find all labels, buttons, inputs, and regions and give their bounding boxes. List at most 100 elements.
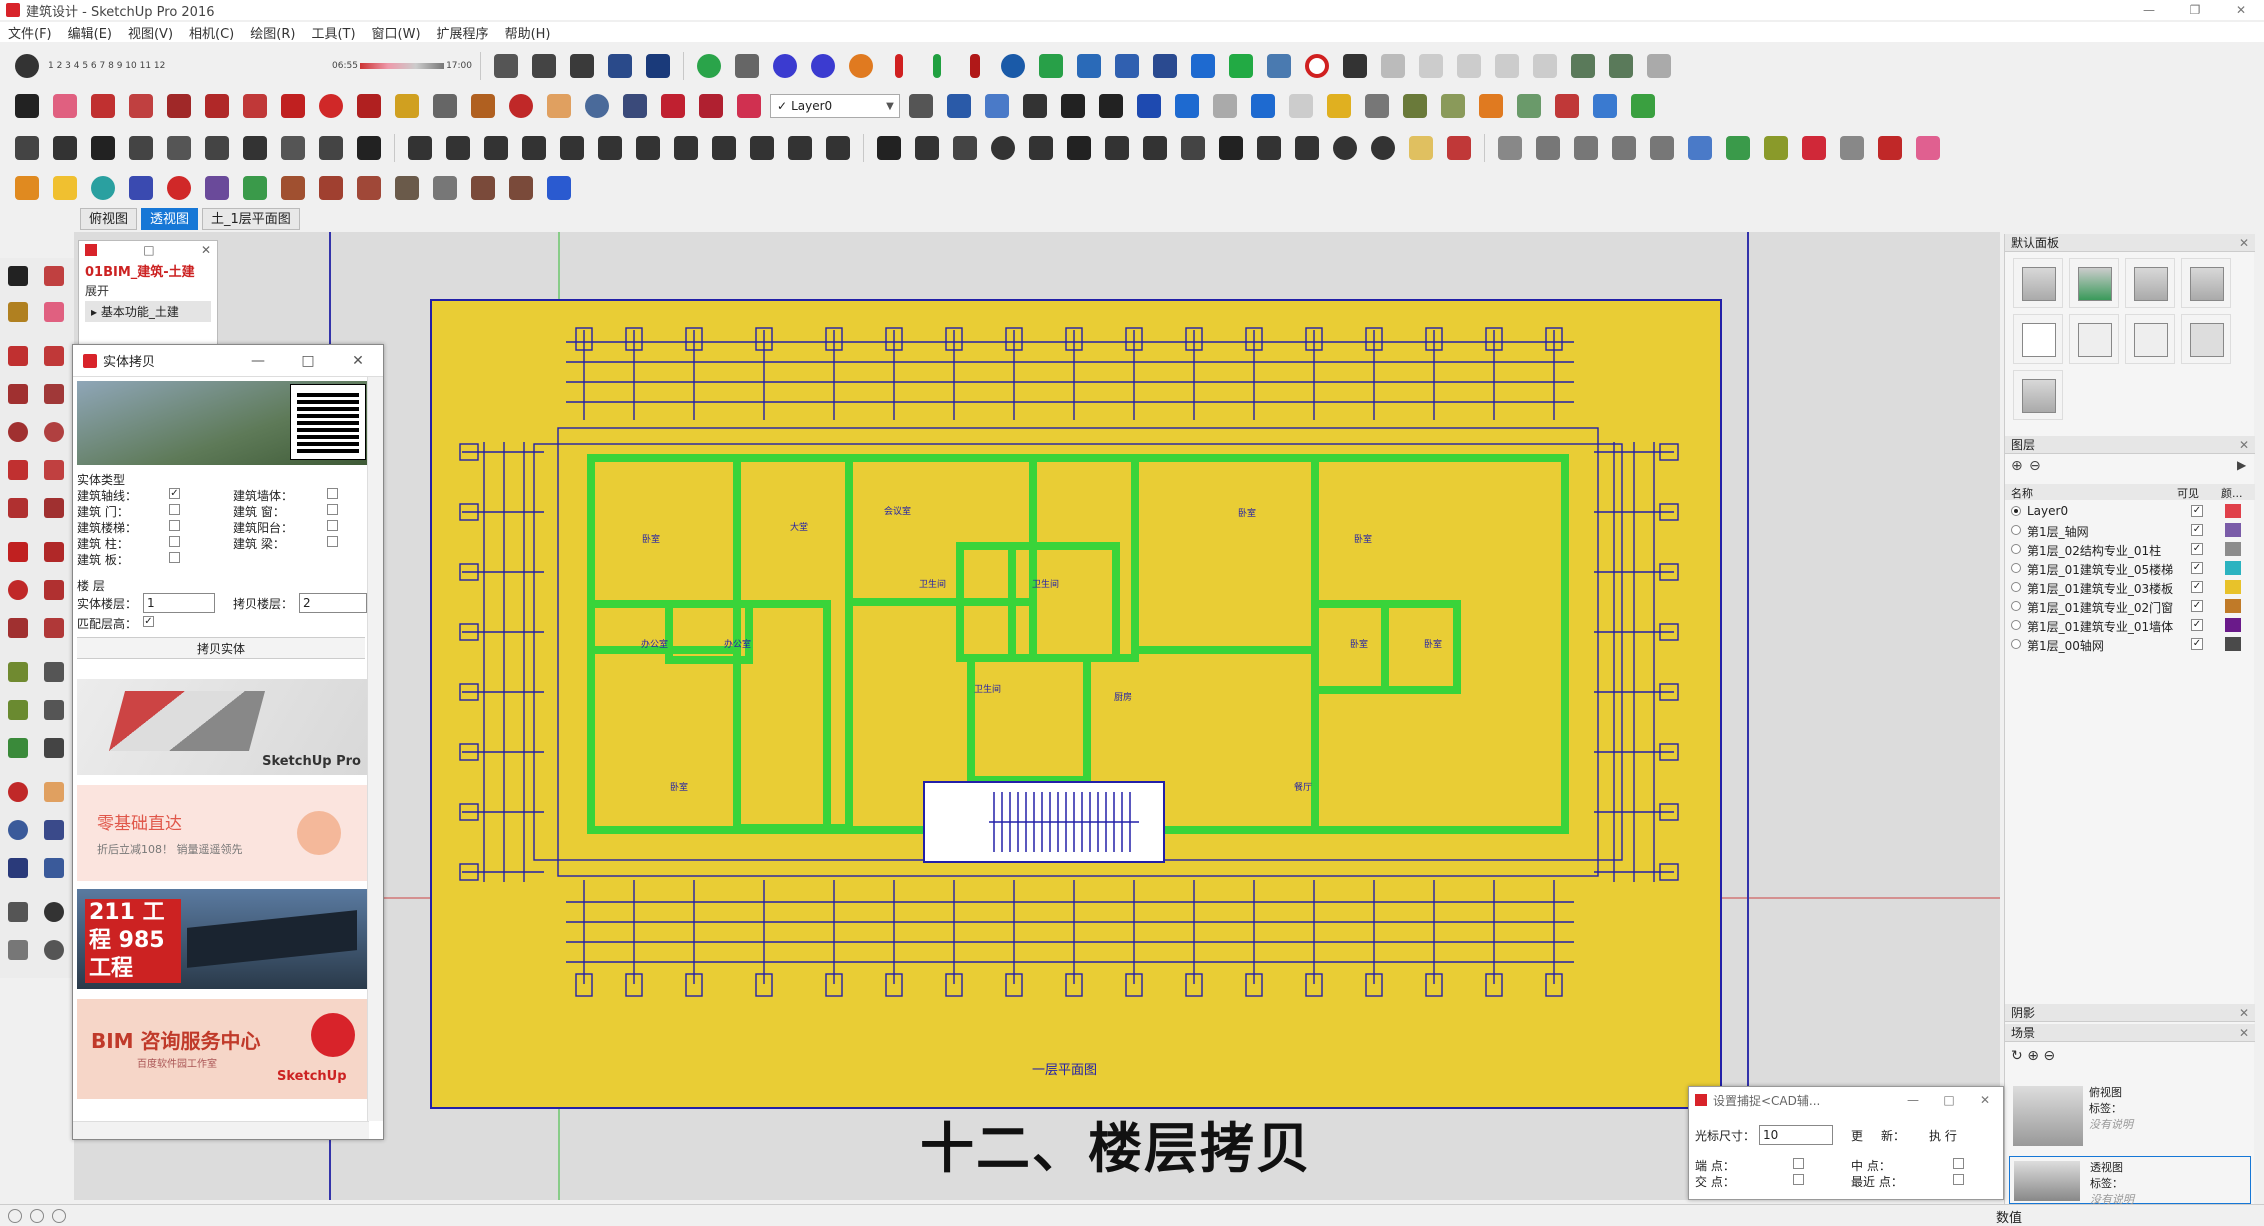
comb-icon[interactable] — [1062, 131, 1096, 165]
update-button[interactable]: 更 — [1851, 1127, 1863, 1144]
close-button[interactable]: ✕ — [1967, 1093, 2003, 1107]
layer-row[interactable]: 第1层_01建筑专业_02门窗 ✓ — [2005, 597, 2255, 616]
s-red-icon[interactable] — [162, 171, 196, 205]
scene-thumb-top[interactable] — [2013, 1086, 2083, 1146]
followme-icon[interactable] — [40, 576, 68, 604]
ui-icon[interactable] — [1132, 89, 1166, 123]
tool-6-icon[interactable] — [593, 131, 627, 165]
box-yellow-icon[interactable] — [1322, 89, 1356, 123]
style-thumb[interactable] — [2181, 258, 2231, 308]
execute-button[interactable]: 执 行 — [1929, 1127, 1957, 1144]
shadow-toggle-icon[interactable] — [10, 49, 44, 83]
eraser-pink-icon[interactable] — [1911, 131, 1945, 165]
close-button[interactable]: ✕ — [333, 353, 383, 369]
mirror-icon[interactable] — [1138, 131, 1172, 165]
shape-6-icon[interactable] — [1683, 131, 1717, 165]
bars-icon[interactable] — [352, 131, 386, 165]
close-icon[interactable]: ✕ — [2239, 1024, 2249, 1042]
group-icon[interactable] — [527, 49, 561, 83]
copy-icon[interactable] — [565, 49, 599, 83]
rectangle-icon[interactable] — [4, 380, 32, 408]
layer-row[interactable]: 第1层_01建筑专业_05楼梯 ✓ — [2005, 559, 2255, 578]
active-layer-radio[interactable] — [2011, 639, 2021, 649]
move-green-icon[interactable] — [1034, 49, 1068, 83]
tile-2-icon[interactable] — [504, 171, 538, 205]
shape-1-icon[interactable] — [1493, 131, 1527, 165]
add-scene-icon[interactable]: ⊕ — [2027, 1048, 2039, 1064]
pushpull-icon[interactable] — [200, 89, 234, 123]
cube-red-icon[interactable] — [1550, 89, 1584, 123]
menu-camera[interactable]: 相机(C) — [181, 23, 242, 42]
minimize-button[interactable]: — — [233, 353, 283, 369]
tool-11-icon[interactable] — [783, 131, 817, 165]
tree-icon[interactable] — [1512, 89, 1546, 123]
layer-row[interactable]: 第1层_轴网 ✓ — [2005, 521, 2255, 540]
orbit-icon[interactable] — [4, 778, 32, 806]
user-icon[interactable] — [52, 1208, 66, 1223]
vertical-scrollbar[interactable] — [367, 377, 383, 1121]
play-icon[interactable] — [1376, 49, 1410, 83]
layer-row[interactable]: 第1层_01建筑专业_01墙体 ✓ — [2005, 616, 2255, 635]
layer-dropdown[interactable]: ✓ Layer0 ▼ — [770, 94, 900, 118]
layer-color-swatch[interactable] — [2225, 542, 2241, 556]
active-layer-radio[interactable] — [2011, 506, 2021, 516]
close-icon[interactable]: ✕ — [2239, 1004, 2249, 1022]
basic-function-item[interactable]: ▸ 基本功能_土建 — [85, 301, 211, 322]
house-outline-icon[interactable] — [162, 131, 196, 165]
tool-7-icon[interactable] — [631, 131, 665, 165]
tab-floor-plan[interactable]: 土_1层平面图 — [202, 208, 300, 230]
menu-draw[interactable]: 绘图(R) — [242, 23, 303, 42]
layer-color-swatch[interactable] — [2225, 599, 2241, 613]
midpoint-checkbox[interactable] — [1953, 1158, 1964, 1169]
tool-9-icon[interactable] — [707, 131, 741, 165]
sketchup-pro-ad[interactable]: SketchUp Pro — [77, 679, 367, 775]
match-height-checkbox[interactable]: ✓ — [143, 616, 154, 627]
shape-3-icon[interactable] — [1569, 131, 1603, 165]
tool-12-icon[interactable] — [821, 131, 855, 165]
layers-panel-header[interactable]: 图层 ✕ — [2005, 436, 2255, 454]
tool-2-icon[interactable] — [441, 131, 475, 165]
close-icon[interactable]: ✕ — [201, 243, 211, 257]
layer-visible-checkbox[interactable]: ✓ — [2191, 505, 2203, 517]
pencil-icon[interactable] — [86, 89, 120, 123]
extension-warehouse-icon[interactable] — [732, 89, 766, 123]
rewind-icon[interactable] — [1490, 49, 1524, 83]
offset-icon[interactable] — [40, 614, 68, 642]
rotate-icon[interactable] — [4, 576, 32, 604]
tag-icon[interactable] — [1404, 131, 1438, 165]
minimize-button[interactable]: — — [1895, 1093, 1931, 1107]
forward-icon[interactable] — [1170, 89, 1204, 123]
style-thumb[interactable] — [2013, 258, 2063, 308]
arc-icon[interactable] — [4, 456, 32, 484]
layer-color-swatch[interactable] — [2225, 618, 2241, 632]
tool-8-icon[interactable] — [669, 131, 703, 165]
text-label-icon[interactable] — [428, 89, 462, 123]
axes-icon[interactable] — [4, 734, 32, 762]
paint-icon[interactable] — [466, 89, 500, 123]
copy-floor-input[interactable]: 2 — [299, 593, 367, 613]
previous-view-icon[interactable] — [40, 854, 68, 882]
shape-2-icon[interactable] — [1531, 131, 1565, 165]
nearest-checkbox[interactable] — [1953, 1174, 1964, 1185]
university-ad[interactable]: 211 工程 985 工程 — [77, 889, 367, 989]
e-blue-icon[interactable] — [542, 171, 576, 205]
globe-icon[interactable] — [996, 49, 1030, 83]
tool-4-icon[interactable] — [517, 131, 551, 165]
bim-service-ad[interactable]: BIM 咨询服务中心 百度软件园工作室 SketchUp — [77, 999, 367, 1099]
arc-2-icon[interactable] — [40, 456, 68, 484]
layer-visible-checkbox[interactable]: ✓ — [2191, 581, 2203, 593]
column-checkbox[interactable] — [169, 536, 180, 547]
pillar-icon[interactable] — [1100, 131, 1134, 165]
person-blue-icon[interactable] — [1588, 89, 1622, 123]
layer-visible-checkbox[interactable]: ✓ — [2191, 600, 2203, 612]
layer-visible-checkbox[interactable]: ✓ — [2191, 619, 2203, 631]
bim-01-icon[interactable] — [10, 171, 44, 205]
pen-icon[interactable] — [1290, 131, 1324, 165]
eraser-icon[interactable] — [40, 298, 68, 326]
remove-scene-icon[interactable]: ⊖ — [2043, 1048, 2055, 1064]
dimension-icon[interactable] — [40, 658, 68, 686]
shield-icon[interactable] — [1436, 89, 1470, 123]
shape-4-icon[interactable] — [1607, 131, 1641, 165]
menu-file[interactable]: 文件(F) — [0, 23, 60, 42]
grid-icon[interactable] — [1018, 89, 1052, 123]
